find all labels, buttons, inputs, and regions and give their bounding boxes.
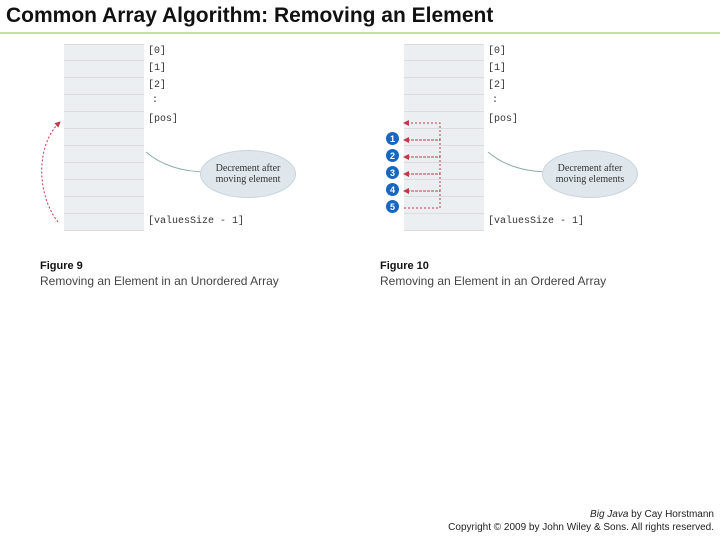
figure-caption: Figure 9 Removing an Element in an Unord… (40, 260, 279, 288)
footer: Big Java by Cay Horstmann Copyright © 20… (448, 509, 714, 534)
step-badge: 2 (386, 149, 399, 162)
index-label: [2] (488, 80, 506, 91)
array-cell (64, 180, 144, 197)
step-badge: 5 (386, 200, 399, 213)
array-cell (64, 95, 144, 112)
figure-9: [0] [1] [2] : [pos] [valuesSize - 1] Dec… (40, 44, 340, 314)
index-label: [valuesSize - 1] (148, 216, 244, 227)
array-cell (404, 95, 484, 112)
array-cell (404, 112, 484, 129)
footer-line-1: Big Java by Cay Horstmann (448, 509, 714, 522)
index-ellipsis: : (152, 95, 158, 106)
array-cell (404, 197, 484, 214)
step-badge: 3 (386, 166, 399, 179)
array-cell (404, 180, 484, 197)
figure-number: Figure 10 (380, 260, 606, 272)
array-cell (64, 112, 144, 129)
array-cell (404, 214, 484, 231)
array-cell (404, 44, 484, 61)
array-column (404, 44, 484, 231)
array-cell (64, 78, 144, 95)
page-title: Common Array Algorithm: Removing an Elem… (0, 0, 720, 28)
figure-10: [0] [1] [2] : [pos] [valuesSize - 1] 1 2… (380, 44, 680, 314)
array-cell (404, 129, 484, 146)
index-label: [valuesSize - 1] (488, 216, 584, 227)
index-ellipsis: : (492, 95, 498, 106)
array-cell (64, 129, 144, 146)
array-cell (64, 61, 144, 78)
footer-line-2: Copyright © 2009 by John Wiley & Sons. A… (448, 522, 714, 535)
index-label: [1] (148, 63, 166, 74)
index-label: [pos] (148, 114, 178, 125)
array-cell (404, 146, 484, 163)
array-cell (404, 61, 484, 78)
array-cell (64, 146, 144, 163)
array-cell (64, 44, 144, 61)
index-label: [1] (488, 63, 506, 74)
callout-text: Decrement after moving element (200, 163, 296, 186)
array-column (64, 44, 144, 231)
callout-bubble: Decrement after moving element (200, 150, 296, 198)
array-cell (64, 163, 144, 180)
figure-description: Removing an Element in an Unordered Arra… (40, 274, 279, 288)
author-name: by Cay Horstmann (628, 509, 714, 520)
array-cell (404, 78, 484, 95)
array-cell (64, 214, 144, 231)
title-underline (0, 32, 720, 34)
book-title: Big Java (590, 509, 628, 520)
figure-caption: Figure 10 Removing an Element in an Orde… (380, 260, 606, 288)
index-label: [pos] (488, 114, 518, 125)
step-badge: 4 (386, 183, 399, 196)
array-cell (64, 197, 144, 214)
figure-description: Removing an Element in an Ordered Array (380, 274, 606, 288)
callout-bubble: Decrement after moving elements (542, 150, 638, 198)
callout-text: Decrement after moving elements (542, 163, 638, 186)
array-cell (404, 163, 484, 180)
index-label: [0] (488, 46, 506, 57)
figures-row: [0] [1] [2] : [pos] [valuesSize - 1] Dec… (0, 44, 720, 314)
step-badge: 1 (386, 132, 399, 145)
index-label: [2] (148, 80, 166, 91)
figure-number: Figure 9 (40, 260, 279, 272)
index-label: [0] (148, 46, 166, 57)
